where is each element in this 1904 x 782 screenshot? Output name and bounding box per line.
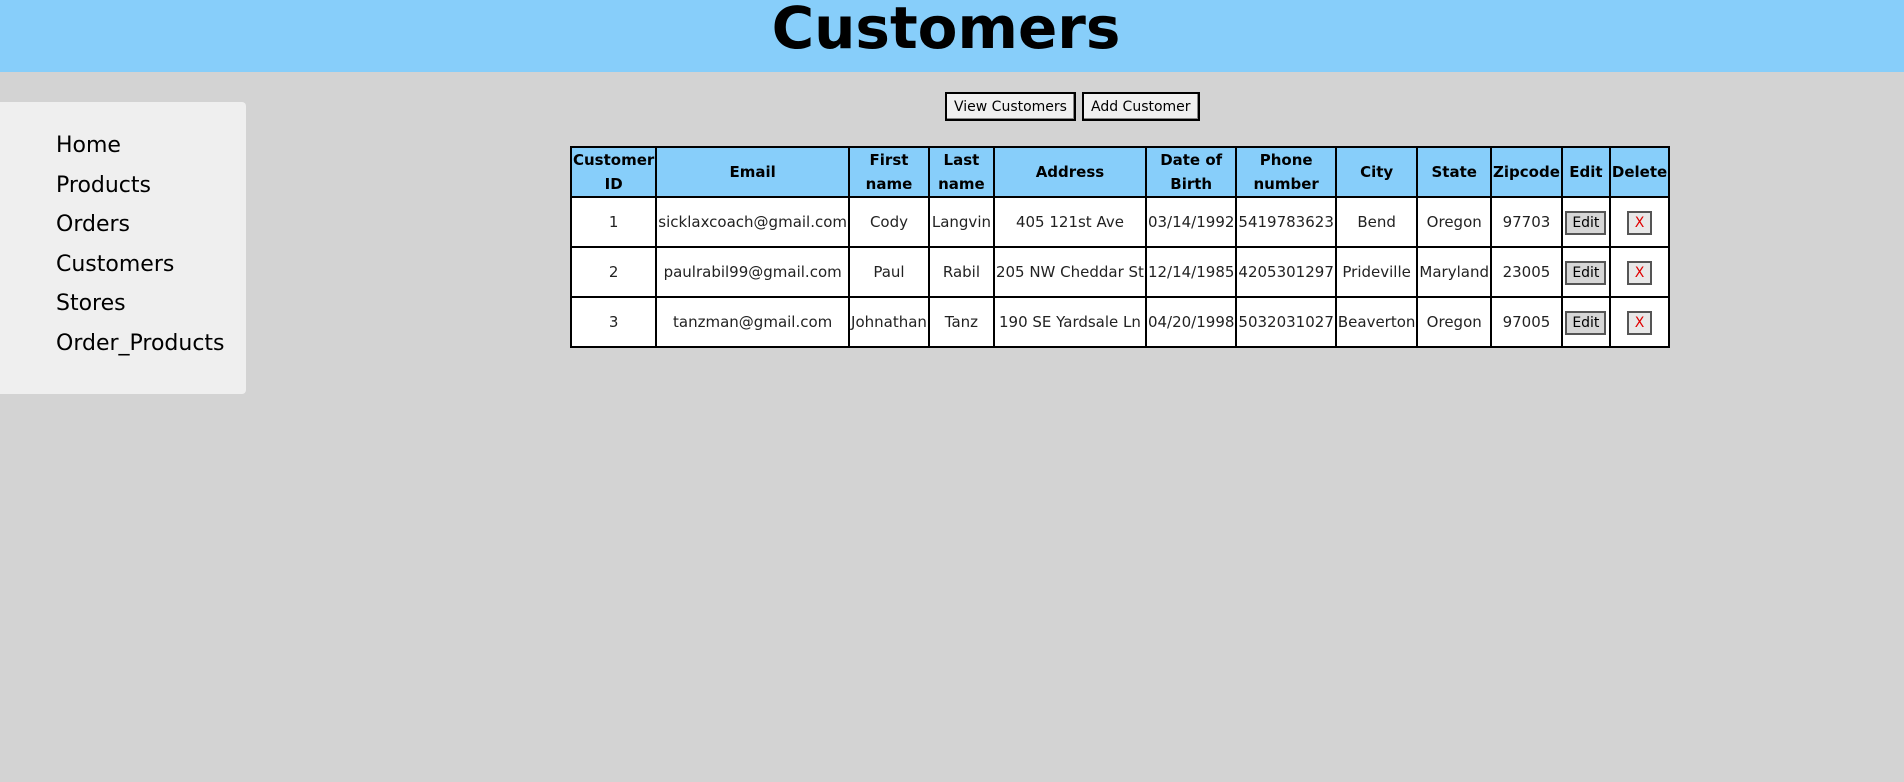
page-header: Customers (0, 0, 1904, 72)
cell-last-name: Rabil (927, 246, 995, 298)
cell-state: Oregon (1416, 296, 1492, 348)
col-city: City (1334, 146, 1419, 198)
col-last-name: Last name (927, 146, 995, 198)
cell-dob: 03/14/1992 (1144, 196, 1238, 248)
table-row: 1 sicklaxcoach@gmail.com Cody Langvin 40… (569, 196, 1671, 248)
sidebar-item-products[interactable]: Products (56, 166, 225, 206)
col-phone: Phone number (1235, 146, 1337, 198)
cell-last-name: Tanz (927, 296, 995, 348)
col-edit: Edit (1560, 146, 1611, 198)
cell-email: paulrabil99@gmail.com (655, 246, 851, 298)
table-header-row: Customer ID Email First name Last name A… (569, 146, 1671, 198)
delete-button[interactable]: X (1626, 310, 1653, 335)
cell-first-name: Johnathan (848, 296, 930, 348)
cell-customer-id: 3 (569, 296, 658, 348)
col-email: Email (655, 146, 851, 198)
cell-zipcode: 23005 (1490, 246, 1563, 298)
cell-phone: 4205301297 (1235, 246, 1337, 298)
cell-address: 190 SE Yardsale Ln (992, 296, 1147, 348)
cell-email: tanzman@gmail.com (655, 296, 851, 348)
add-customer-button[interactable]: Add Customer (1081, 92, 1200, 121)
cell-edit: Edit (1560, 296, 1611, 348)
col-zipcode: Zipcode (1490, 146, 1563, 198)
cell-phone: 5032031027 (1235, 296, 1337, 348)
cell-dob: 04/20/1998 (1144, 296, 1238, 348)
col-customer-id: Customer ID (569, 146, 658, 198)
view-customers-button[interactable]: View Customers (945, 92, 1076, 121)
cell-dob: 12/14/1985 (1144, 246, 1238, 298)
table-row: 3 tanzman@gmail.com Johnathan Tanz 190 S… (569, 296, 1671, 348)
sidebar-nav: Home Products Orders Customers Stores Or… (0, 102, 246, 394)
col-delete: Delete (1608, 146, 1671, 198)
cell-edit: Edit (1560, 196, 1611, 248)
cell-city: Prideville (1334, 246, 1419, 298)
col-dob: Date of Birth (1144, 146, 1238, 198)
cell-zipcode: 97703 (1490, 196, 1563, 248)
cell-customer-id: 1 (569, 196, 658, 248)
cell-zipcode: 97005 (1490, 296, 1563, 348)
cell-state: Oregon (1416, 196, 1492, 248)
cell-first-name: Paul (848, 246, 930, 298)
cell-delete: X (1608, 296, 1671, 348)
sidebar-item-customers[interactable]: Customers (56, 245, 225, 285)
cell-email: sicklaxcoach@gmail.com (655, 196, 851, 248)
sidebar-item-orders[interactable]: Orders (56, 205, 225, 245)
cell-address: 205 NW Cheddar St (992, 246, 1147, 298)
delete-button[interactable]: X (1626, 210, 1653, 235)
sidebar-item-stores[interactable]: Stores (56, 284, 225, 324)
cell-last-name: Langvin (927, 196, 995, 248)
cell-phone: 5419783623 (1235, 196, 1337, 248)
cell-city: Bend (1334, 196, 1419, 248)
customers-table: Customer ID Email First name Last name A… (569, 146, 1671, 348)
cell-state: Maryland (1416, 246, 1492, 298)
sidebar-item-home[interactable]: Home (56, 126, 225, 166)
cell-city: Beaverton (1334, 296, 1419, 348)
table-row: 2 paulrabil99@gmail.com Paul Rabil 205 N… (569, 246, 1671, 298)
edit-button[interactable]: Edit (1565, 310, 1607, 335)
edit-button[interactable]: Edit (1565, 260, 1607, 285)
col-state: State (1416, 146, 1492, 198)
sidebar-item-order-products[interactable]: Order_Products (56, 324, 225, 364)
cell-first-name: Cody (848, 196, 930, 248)
col-address: Address (992, 146, 1147, 198)
edit-button[interactable]: Edit (1565, 210, 1607, 235)
delete-button[interactable]: X (1626, 260, 1653, 285)
cell-delete: X (1608, 246, 1671, 298)
cell-edit: Edit (1560, 246, 1611, 298)
action-buttons: View Customers Add Customer (945, 92, 1200, 121)
page-title: Customers (771, 0, 1121, 62)
cell-delete: X (1608, 196, 1671, 248)
cell-customer-id: 2 (569, 246, 658, 298)
cell-address: 405 121st Ave (992, 196, 1147, 248)
col-first-name: First name (848, 146, 930, 198)
